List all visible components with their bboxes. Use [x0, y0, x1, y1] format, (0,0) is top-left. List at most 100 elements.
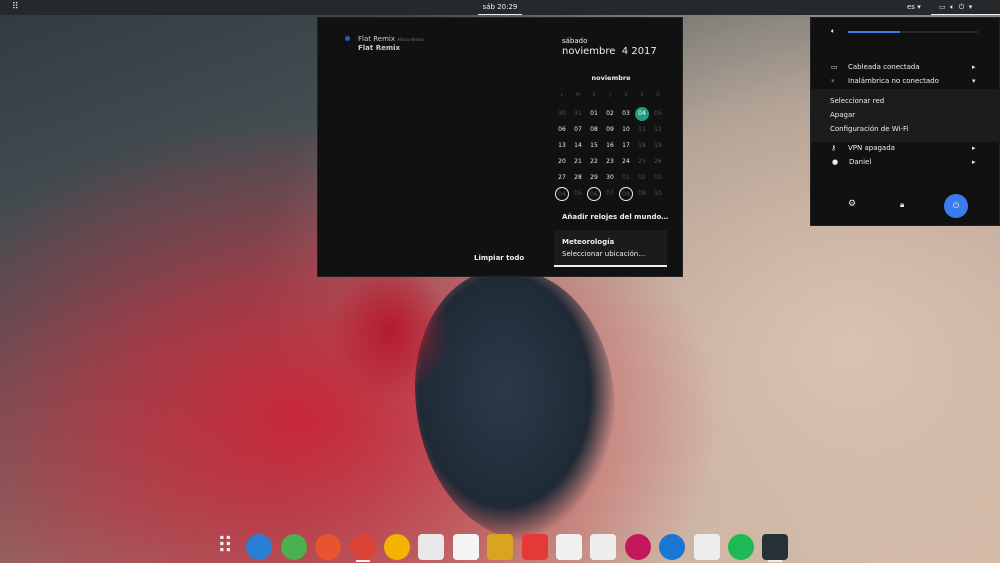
calendar-day[interactable]: 21	[571, 155, 585, 169]
calendar-day[interactable]: 15	[587, 139, 601, 153]
robot-arm-icon[interactable]	[487, 534, 514, 560]
chevron-right-icon[interactable]: ▸	[972, 158, 976, 166]
pie-chart-app-icon[interactable]	[280, 534, 307, 560]
calendar-day[interactable]: 24	[619, 155, 633, 169]
chrome-icon[interactable]	[349, 534, 376, 560]
music-player-icon[interactable]	[590, 534, 617, 560]
vpn-key-icon: ⚷	[831, 144, 837, 152]
power-off-button[interactable]: ⏻	[944, 194, 968, 218]
chevron-down-icon[interactable]: ▾	[972, 77, 976, 85]
system-menu: 🔈︎ ▭ Cableada conectada ▸ ▾ Inalámbrica …	[810, 17, 1000, 226]
month-label[interactable]: noviembre	[562, 74, 660, 82]
volume-slider-fill	[848, 31, 900, 33]
wallpaper-splash-red	[330, 260, 450, 400]
calendar-day[interactable]: 08	[619, 187, 633, 201]
calendar-day[interactable]: 27	[555, 171, 569, 185]
chevron-down-icon: ▾	[968, 3, 973, 11]
chevron-right-icon[interactable]: ▸	[972, 144, 976, 152]
calendar-day[interactable]: 19	[651, 139, 665, 153]
filezilla-icon[interactable]	[521, 534, 548, 560]
day-header: D	[656, 93, 660, 98]
vpn-menu-item[interactable]: VPN apagada	[848, 144, 895, 152]
day-header: J	[609, 93, 611, 98]
calendar-day[interactable]: 09	[635, 187, 649, 201]
calendar-day[interactable]: 06	[555, 123, 569, 137]
weather-location: Seleccionar ubicación…	[562, 250, 646, 258]
calendar-day[interactable]: 13	[555, 139, 569, 153]
clock-button[interactable]: sáb 20:29	[478, 0, 522, 15]
notification[interactable]: Flat Remix Ahora mismo	[358, 35, 424, 43]
lightbulb-icon[interactable]	[384, 534, 410, 560]
calendar-day[interactable]: 02	[603, 107, 617, 121]
calendar-day[interactable]: 12	[651, 123, 665, 137]
calendar-day[interactable]: 03	[619, 107, 633, 121]
files-icon[interactable]	[556, 534, 582, 560]
calendar-day[interactable]: 11	[635, 123, 649, 137]
wired-menu-item[interactable]: Cableada conectada	[848, 63, 920, 71]
clear-all-button[interactable]: Limpiar todo	[474, 254, 524, 262]
system-monitor-icon[interactable]	[659, 534, 686, 560]
download-manager-icon[interactable]	[693, 534, 720, 560]
calendar-day[interactable]: 02	[635, 171, 649, 185]
calendar-day[interactable]: 30	[555, 107, 569, 121]
terminal-icon[interactable]	[762, 534, 789, 560]
lollypop-icon[interactable]	[624, 534, 651, 560]
calendar-day[interactable]: 20	[555, 155, 569, 169]
calendar-day[interactable]: 04	[635, 107, 649, 121]
calendar-day[interactable]: 25	[635, 155, 649, 169]
calendar-day[interactable]: 23	[603, 155, 617, 169]
calendar-day[interactable]: 30	[603, 171, 617, 185]
calendar-day[interactable]: 05	[651, 107, 665, 121]
settings-icon[interactable]	[246, 534, 273, 560]
wifi-settings-item[interactable]: Configuración de Wi-Fi	[830, 125, 908, 133]
turn-off-item[interactable]: Apagar	[830, 111, 855, 119]
system-status-button[interactable]: ▭ 🔈︎ ⏻ ▾	[931, 0, 1000, 15]
document-editor-icon[interactable]	[452, 534, 479, 560]
spotify-icon[interactable]	[728, 534, 754, 560]
notification-app-icon	[345, 36, 350, 41]
calendar-day[interactable]: 04	[555, 187, 569, 201]
user-menu-item[interactable]: Daniel	[849, 158, 871, 166]
wireless-menu-item[interactable]: Inalámbrica no conectado	[848, 77, 939, 85]
calendar-day[interactable]: 06	[587, 187, 601, 201]
weather-title: Meteorología	[562, 238, 615, 246]
calendar-day[interactable]: 17	[619, 139, 633, 153]
activities-grid-icon[interactable]: ⠿	[12, 0, 19, 15]
select-network-item[interactable]: Seleccionar red	[830, 97, 884, 105]
calendar-day[interactable]: 10	[619, 123, 633, 137]
day-header: S	[640, 93, 644, 98]
weather-section[interactable]: Meteorología Seleccionar ubicación…	[554, 230, 667, 267]
calendar-day[interactable]: 18	[635, 139, 649, 153]
calendar-day[interactable]: 28	[571, 171, 585, 185]
notification-time: Ahora mismo	[397, 37, 424, 42]
user-icon: ●	[832, 158, 839, 166]
add-world-clocks-button[interactable]: Añadir relojes del mundo…	[562, 213, 668, 221]
language-label: es	[907, 3, 915, 11]
calendar-day[interactable]: 09	[603, 123, 617, 137]
weekday-label: sábado	[562, 37, 588, 45]
app-grid-icon[interactable]: ⠿	[212, 534, 238, 560]
lock-button[interactable]: 🔒︎	[900, 200, 904, 210]
calendar-day[interactable]: 05	[571, 187, 585, 201]
calendar-day[interactable]: 14	[571, 139, 585, 153]
calendar-day[interactable]: 03	[651, 171, 665, 185]
calendar-day[interactable]: 07	[571, 123, 585, 137]
calendar-day[interactable]: 31	[571, 107, 585, 121]
mail-icon[interactable]	[418, 534, 445, 560]
calendar-day[interactable]: 01	[619, 171, 633, 185]
day-header: L	[560, 93, 564, 98]
calendar-day[interactable]: 16	[603, 139, 617, 153]
calendar-day[interactable]: 07	[603, 187, 617, 201]
calendar-day[interactable]: 26	[651, 155, 665, 169]
calendar-day[interactable]: 01	[587, 107, 601, 121]
settings-button[interactable]: ⚙	[848, 199, 856, 209]
calendar-day[interactable]: 29	[587, 171, 601, 185]
firefox-icon[interactable]	[315, 534, 342, 560]
calendar-day[interactable]: 10	[651, 187, 665, 201]
running-indicator	[355, 560, 370, 562]
calendar-day[interactable]: 22	[587, 155, 601, 169]
chevron-right-icon[interactable]: ▸	[972, 63, 976, 71]
language-indicator[interactable]: es ▾	[907, 0, 921, 15]
calendar-day[interactable]: 08	[587, 123, 601, 137]
volume-slider[interactable]	[848, 31, 978, 33]
